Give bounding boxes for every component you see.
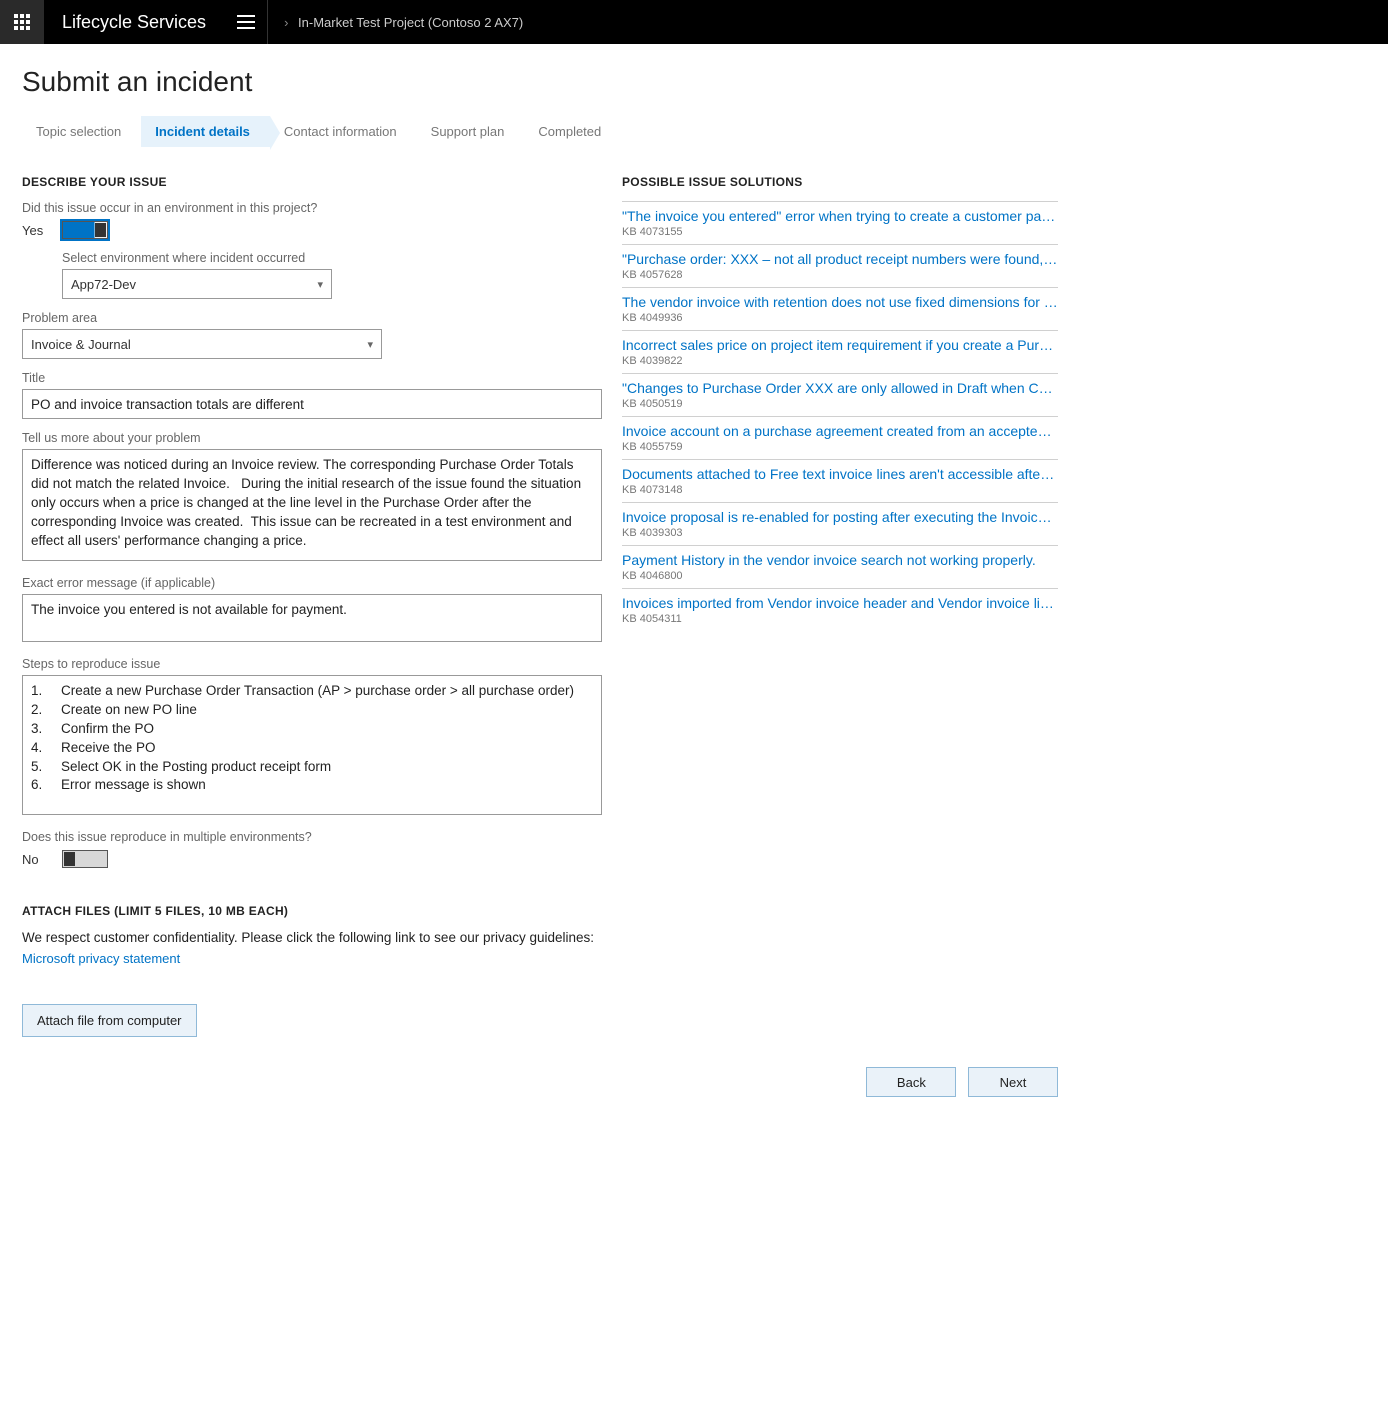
solution-item: "Purchase order: XXX – not all product r… xyxy=(622,244,1058,287)
solution-item: Incorrect sales price on project item re… xyxy=(622,330,1058,373)
solution-link[interactable]: "The invoice you entered" error when try… xyxy=(622,208,1058,224)
solution-item: Payment History in the vendor invoice se… xyxy=(622,545,1058,588)
solution-kb: KB 4073148 xyxy=(622,484,1058,496)
step-incident-details[interactable]: Incident details xyxy=(141,116,270,147)
title-input[interactable] xyxy=(22,389,602,419)
solution-kb: KB 4055759 xyxy=(622,441,1058,453)
step-support-plan[interactable]: Support plan xyxy=(417,116,525,147)
hamburger-icon xyxy=(237,15,255,29)
step-topic-selection[interactable]: Topic selection xyxy=(22,116,141,147)
step-contact-information[interactable]: Contact information xyxy=(270,116,417,147)
top-bar: Lifecycle Services › In-Market Test Proj… xyxy=(0,0,1388,44)
solution-kb: KB 4050519 xyxy=(622,398,1058,410)
solution-link[interactable]: Documents attached to Free text invoice … xyxy=(622,466,1058,482)
chevron-down-icon: ▾ xyxy=(367,338,373,351)
wizard-steps: Topic selection Incident details Contact… xyxy=(22,116,1058,147)
app-launcher-button[interactable] xyxy=(0,0,44,44)
solution-item: "Changes to Purchase Order XXX are only … xyxy=(622,373,1058,416)
problem-area-label: Problem area xyxy=(22,311,602,325)
tell-more-textarea[interactable] xyxy=(22,449,602,561)
describe-section-header: DESCRIBE YOUR ISSUE xyxy=(22,175,602,189)
chevron-right-icon: › xyxy=(284,15,288,30)
problem-area-dropdown[interactable]: Invoice & Journal ▾ xyxy=(22,329,382,359)
app-title: Lifecycle Services xyxy=(44,12,224,33)
solution-link[interactable]: Invoice proposal is re-enabled for posti… xyxy=(622,509,1058,525)
error-message-textarea[interactable] xyxy=(22,594,602,642)
back-button[interactable]: Back xyxy=(866,1067,956,1097)
solution-link[interactable]: The vendor invoice with retention does n… xyxy=(622,294,1058,310)
menu-button[interactable] xyxy=(224,0,268,44)
next-button[interactable]: Next xyxy=(968,1067,1058,1097)
solution-kb: KB 4046800 xyxy=(622,570,1058,582)
solution-kb: KB 4057628 xyxy=(622,269,1058,281)
solution-link[interactable]: Incorrect sales price on project item re… xyxy=(622,337,1058,353)
page-title: Submit an incident xyxy=(22,66,1058,98)
solution-kb: KB 4039303 xyxy=(622,527,1058,539)
error-message-label: Exact error message (if applicable) xyxy=(22,576,602,590)
repro-toggle-state: No xyxy=(22,852,52,867)
solution-kb: KB 4049936 xyxy=(622,312,1058,324)
steps-reproduce-textarea[interactable] xyxy=(22,675,602,815)
solution-link[interactable]: Invoice account on a purchase agreement … xyxy=(622,423,1058,439)
solution-kb: KB 4039822 xyxy=(622,355,1058,367)
select-env-dropdown[interactable]: App72-Dev ▾ xyxy=(62,269,332,299)
breadcrumb[interactable]: › In-Market Test Project (Contoso 2 AX7) xyxy=(268,15,523,30)
solution-kb: KB 4054311 xyxy=(622,613,1058,625)
privacy-statement-link[interactable]: Microsoft privacy statement xyxy=(22,951,180,966)
attach-file-button[interactable]: Attach file from computer xyxy=(22,1004,197,1037)
solution-link[interactable]: Invoices imported from Vendor invoice he… xyxy=(622,595,1058,611)
attach-guideline-text: We respect customer confidentiality. Ple… xyxy=(22,930,602,945)
problem-area-value: Invoice & Journal xyxy=(31,337,131,352)
solutions-list: "The invoice you entered" error when try… xyxy=(622,201,1058,631)
repro-toggle[interactable] xyxy=(62,850,108,868)
select-env-label: Select environment where incident occurr… xyxy=(62,251,602,265)
solution-item: "The invoice you entered" error when try… xyxy=(622,201,1058,244)
breadcrumb-project: In-Market Test Project (Contoso 2 AX7) xyxy=(298,15,523,30)
solution-link[interactable]: Payment History in the vendor invoice se… xyxy=(622,552,1058,568)
waffle-icon xyxy=(14,14,30,30)
tell-more-label: Tell us more about your problem xyxy=(22,431,602,445)
steps-reproduce-label: Steps to reproduce issue xyxy=(22,657,602,671)
chevron-down-icon: ▾ xyxy=(317,278,323,291)
title-label: Title xyxy=(22,371,602,385)
solutions-section-header: POSSIBLE ISSUE SOLUTIONS xyxy=(622,175,1058,189)
solution-item: The vendor invoice with retention does n… xyxy=(622,287,1058,330)
env-toggle[interactable] xyxy=(62,221,108,239)
solution-kb: KB 4073155 xyxy=(622,226,1058,238)
solution-link[interactable]: "Purchase order: XXX – not all product r… xyxy=(622,251,1058,267)
attach-section-header: ATTACH FILES (LIMIT 5 FILES, 10 MB EACH) xyxy=(22,904,602,918)
repro-multi-label: Does this issue reproduce in multiple en… xyxy=(22,830,602,844)
solution-item: Invoices imported from Vendor invoice he… xyxy=(622,588,1058,631)
solution-item: Invoice account on a purchase agreement … xyxy=(622,416,1058,459)
step-completed[interactable]: Completed xyxy=(524,116,621,147)
env-question-label: Did this issue occur in an environment i… xyxy=(22,201,602,215)
solution-item: Invoice proposal is re-enabled for posti… xyxy=(622,502,1058,545)
select-env-value: App72-Dev xyxy=(71,277,136,292)
solution-item: Documents attached to Free text invoice … xyxy=(622,459,1058,502)
solution-link[interactable]: "Changes to Purchase Order XXX are only … xyxy=(622,380,1058,396)
env-toggle-state: Yes xyxy=(22,223,52,238)
